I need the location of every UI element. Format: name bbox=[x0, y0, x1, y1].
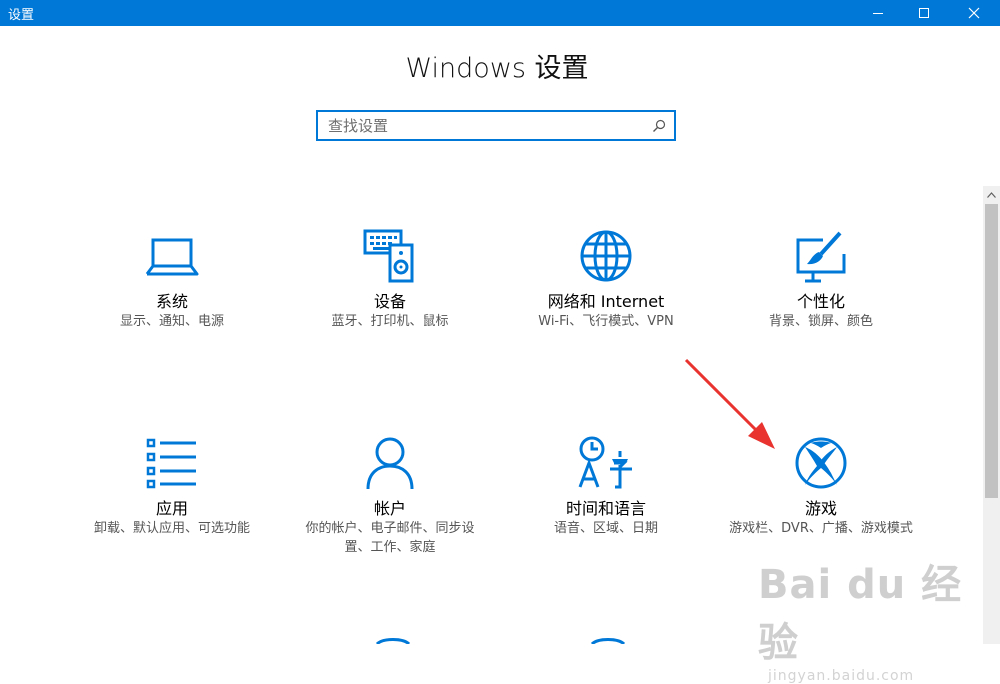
minimize-icon bbox=[873, 13, 883, 14]
watermark-brand: Bai du 经验 bbox=[758, 562, 963, 666]
paint-icon bbox=[796, 231, 846, 283]
search-box[interactable] bbox=[316, 110, 676, 141]
tile-personalization[interactable]: 个性化 背景、锁屏、颜色 bbox=[716, 226, 926, 331]
laptop-icon bbox=[145, 238, 199, 276]
chevron-up-icon bbox=[987, 191, 996, 198]
tile-name: 系统 bbox=[155, 292, 188, 311]
globe-icon bbox=[580, 230, 632, 282]
tile-desc: 你的帐户、电子邮件、同步设置、工作、家庭 bbox=[305, 521, 475, 555]
person-icon bbox=[366, 437, 414, 490]
search-icon[interactable] bbox=[652, 119, 666, 133]
tile-name: 游戏 bbox=[804, 499, 837, 518]
tile-devices[interactable]: 设备 蓝牙、打印机、鼠标 bbox=[285, 226, 495, 331]
xbox-icon bbox=[795, 437, 847, 489]
tile-time-language[interactable]: 时间和语言 语音、区域、日期 bbox=[501, 433, 711, 538]
tile-desc: 卸载、默认应用、可选功能 bbox=[93, 521, 250, 536]
title-bar: 设置 bbox=[0, 0, 1000, 26]
tile-accounts[interactable]: 帐户 你的帐户、电子邮件、同步设置、工作、家庭 bbox=[285, 433, 495, 557]
app-list-icon bbox=[146, 438, 196, 489]
tile-name: 帐户 bbox=[373, 499, 406, 518]
tile-desc: 蓝牙、打印机、鼠标 bbox=[331, 314, 449, 329]
partial-icon bbox=[375, 638, 411, 644]
time-language-icon bbox=[578, 436, 632, 489]
tile-name: 个性化 bbox=[796, 292, 845, 311]
maximize-button[interactable] bbox=[902, 0, 946, 26]
search-input[interactable] bbox=[328, 116, 638, 136]
minimize-button[interactable] bbox=[856, 0, 900, 26]
tile-network[interactable]: 网络和 Internet Wi-Fi、飞行模式、VPN bbox=[501, 226, 711, 331]
tile-name: 应用 bbox=[155, 499, 188, 518]
watermark-url: jingyan.baidu.com bbox=[768, 668, 915, 684]
tile-desc: 游戏栏、DVR、广播、游戏模式 bbox=[729, 521, 913, 536]
page-title: Windows 设置 bbox=[405, 53, 589, 84]
tile-desc: 显示、通知、电源 bbox=[119, 314, 224, 329]
tile-name: 时间和语言 bbox=[565, 499, 646, 518]
tile-desc: 背景、锁屏、颜色 bbox=[768, 314, 873, 329]
scroll-up-button[interactable] bbox=[983, 186, 1000, 203]
scrollbar-thumb[interactable] bbox=[985, 204, 998, 498]
partial-icon bbox=[590, 638, 626, 644]
maximize-icon bbox=[919, 8, 929, 18]
keyboard-speaker-icon bbox=[363, 229, 414, 283]
tile-apps[interactable]: 应用 卸载、默认应用、可选功能 bbox=[67, 433, 277, 538]
tile-desc: Wi-Fi、飞行模式、VPN bbox=[538, 314, 674, 329]
tile-name: 设备 bbox=[373, 292, 406, 311]
window-title: 设置 bbox=[8, 8, 35, 23]
tile-desc: 语音、区域、日期 bbox=[553, 521, 658, 536]
tile-name: 网络和 Internet bbox=[547, 292, 665, 311]
close-icon bbox=[968, 7, 980, 19]
tile-system[interactable]: 系统 显示、通知、电源 bbox=[67, 226, 277, 331]
watermark: Bai du 经验 jingyan.baidu.com bbox=[758, 552, 1000, 684]
close-button[interactable] bbox=[952, 0, 996, 26]
tile-gaming[interactable]: 游戏 游戏栏、DVR、广播、游戏模式 bbox=[716, 433, 926, 538]
